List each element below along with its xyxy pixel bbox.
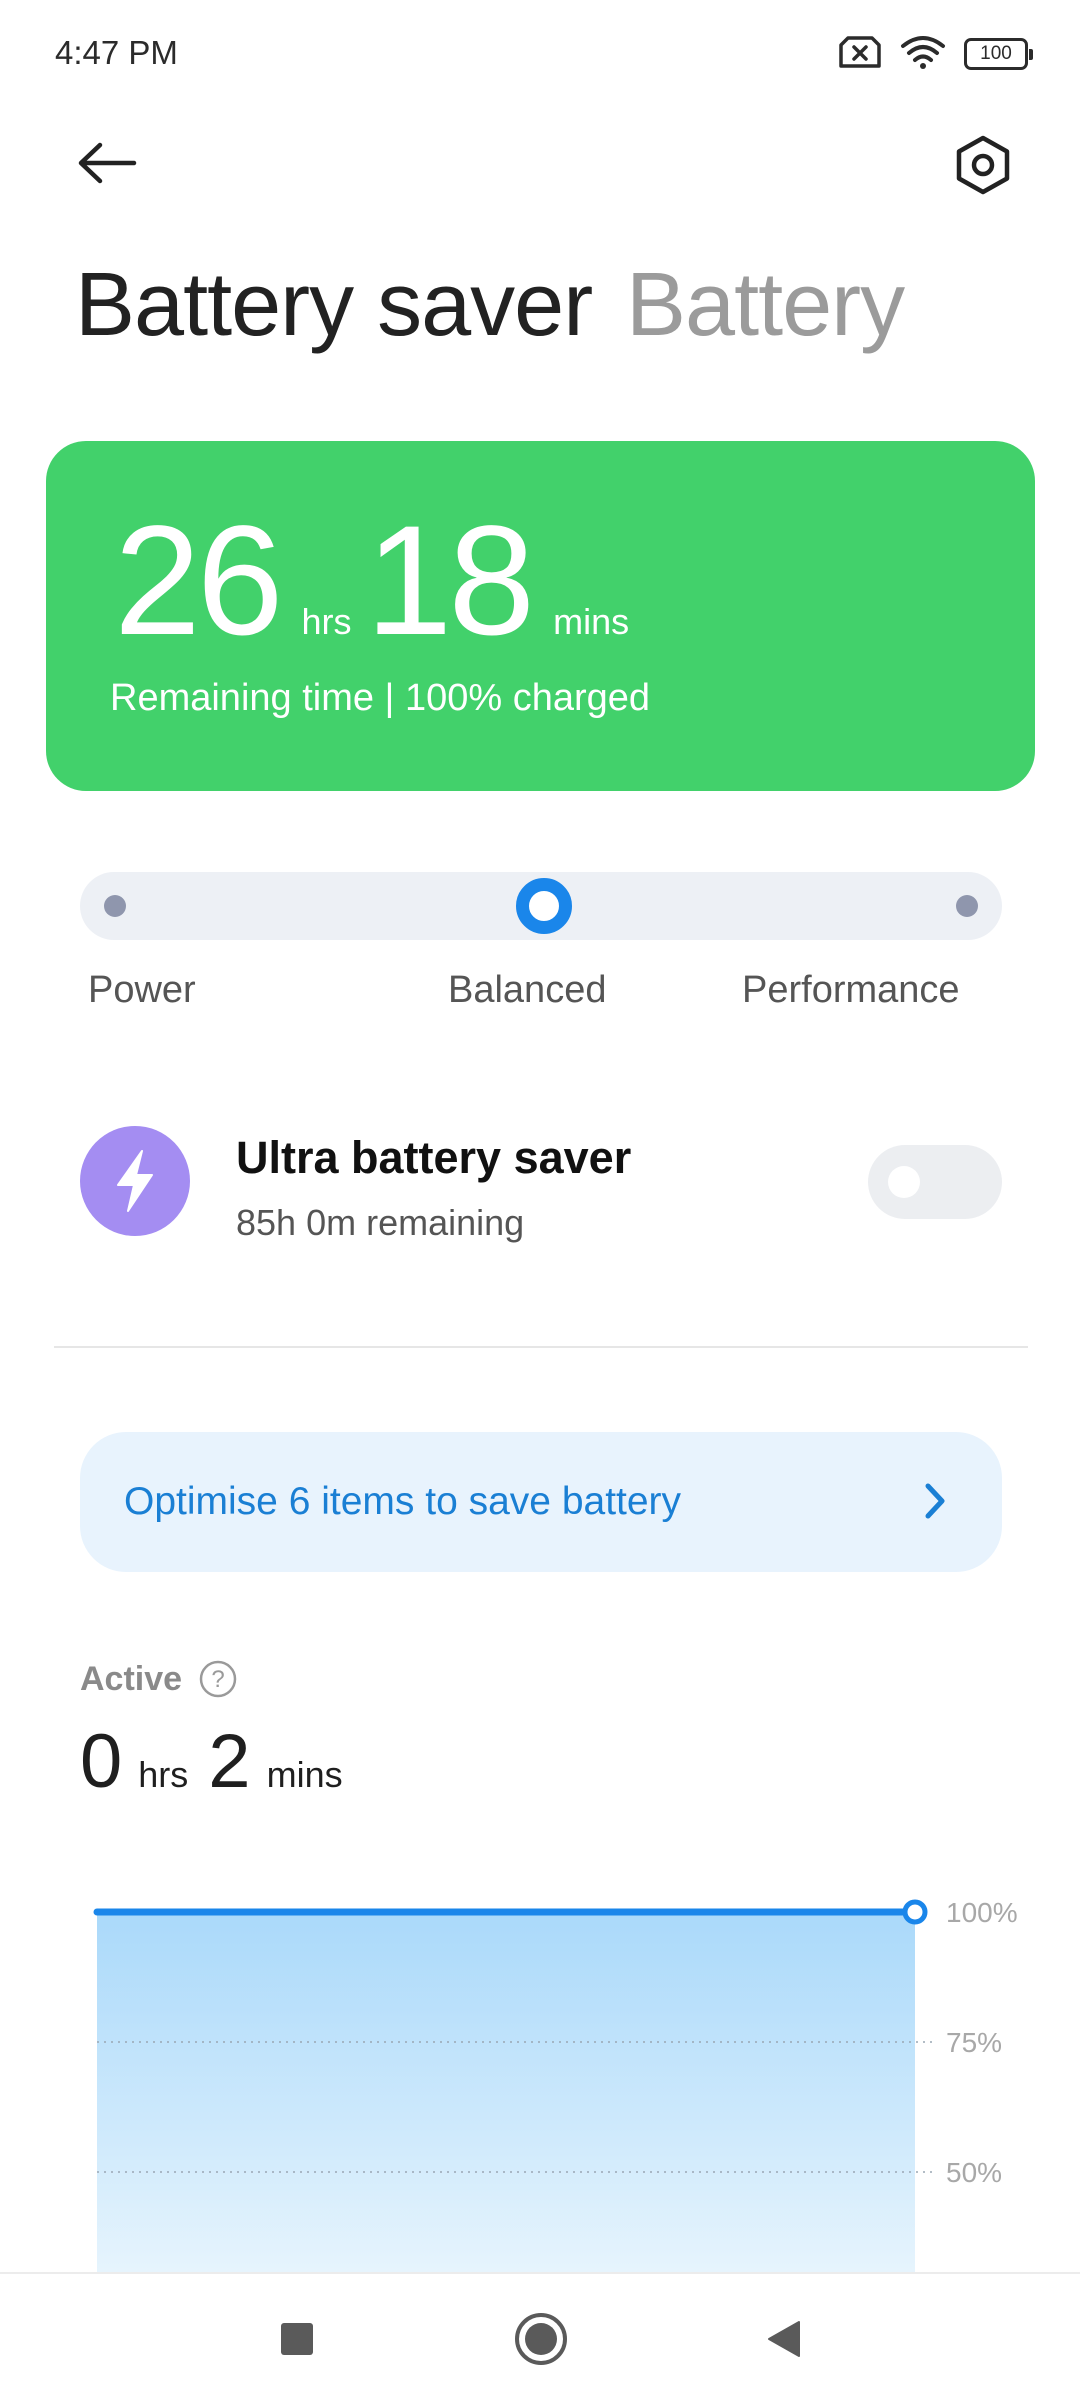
ultra-saver-subtitle: 85h 0m remaining <box>236 1202 525 1243</box>
battery-chart: 100% 75% 50% <box>93 1897 1018 2272</box>
chart-end-point <box>902 1899 928 1925</box>
optimise-banner[interactable]: Optimise 6 items to save battery <box>80 1432 1002 1572</box>
mode-power-dot[interactable] <box>104 895 126 917</box>
remaining-minutes: 18 <box>365 494 536 668</box>
optimise-text: Optimise 6 items to save battery <box>124 1480 682 1523</box>
recents-square-icon <box>281 2323 313 2355</box>
minutes-unit: mins <box>553 601 630 642</box>
tab-battery-saver[interactable]: Battery saver <box>75 254 593 357</box>
settings-hexagon-icon <box>956 135 1010 195</box>
navigation-bar <box>0 2272 1080 2400</box>
mode-balanced-handle[interactable] <box>516 878 572 934</box>
active-label: Active <box>80 1660 183 1698</box>
status-icons: 100 <box>838 34 1033 75</box>
mode-label-power[interactable]: Power <box>88 969 196 1012</box>
question-circle-icon[interactable]: ? <box>198 1659 238 1699</box>
active-time: 0 hrs 2 mins <box>80 1718 363 1805</box>
active-minutes: 2 <box>208 1719 251 1804</box>
chart-tick-label: 50% <box>946 2157 1002 2188</box>
back-arrow-icon <box>78 142 137 184</box>
back-nav-button[interactable] <box>748 2304 818 2374</box>
remaining-time-card: 26 hrs 18 mins Remaining time | 100% cha… <box>46 441 1035 791</box>
ultra-saver-toggle[interactable] <box>868 1145 1002 1219</box>
mode-slider[interactable] <box>80 872 1002 940</box>
chart-tick-label: 100% <box>946 1897 1018 1928</box>
tab-battery[interactable]: Battery <box>626 254 905 357</box>
status-time: 4:47 PM <box>55 34 178 71</box>
back-triangle-icon <box>768 2321 800 2357</box>
toggle-knob <box>888 1166 920 1198</box>
active-hours-unit: hrs <box>138 1754 189 1795</box>
mode-label-performance[interactable]: Performance <box>742 969 960 1012</box>
active-minutes-unit: mins <box>266 1754 343 1795</box>
svg-text:?: ? <box>211 1666 224 1693</box>
divider <box>54 1346 1028 1348</box>
remaining-subtitle: Remaining time | 100% charged <box>110 677 651 719</box>
hours-unit: hrs <box>301 601 352 642</box>
lightning-bolt-icon <box>80 1126 190 1236</box>
remaining-hours: 26 <box>114 494 284 668</box>
back-button[interactable] <box>66 130 148 196</box>
chevron-right-icon <box>925 1483 945 1519</box>
settings-button[interactable] <box>944 126 1022 204</box>
remaining-time: 26 hrs 18 mins <box>114 503 643 659</box>
mode-label-balanced[interactable]: Balanced <box>448 969 606 1012</box>
home-circle-icon <box>515 2313 567 2365</box>
active-hours: 0 <box>80 1719 123 1804</box>
no-sim-icon <box>838 35 882 74</box>
chart-area <box>97 1912 915 2272</box>
home-button[interactable] <box>506 2304 576 2374</box>
ultra-saver-title: Ultra battery saver <box>236 1132 632 1183</box>
mode-performance-dot[interactable] <box>956 895 978 917</box>
wifi-icon <box>900 34 946 75</box>
chart-tick-label: 75% <box>946 2027 1002 2058</box>
recents-button[interactable] <box>262 2304 332 2374</box>
battery-icon: 100 <box>964 38 1033 70</box>
